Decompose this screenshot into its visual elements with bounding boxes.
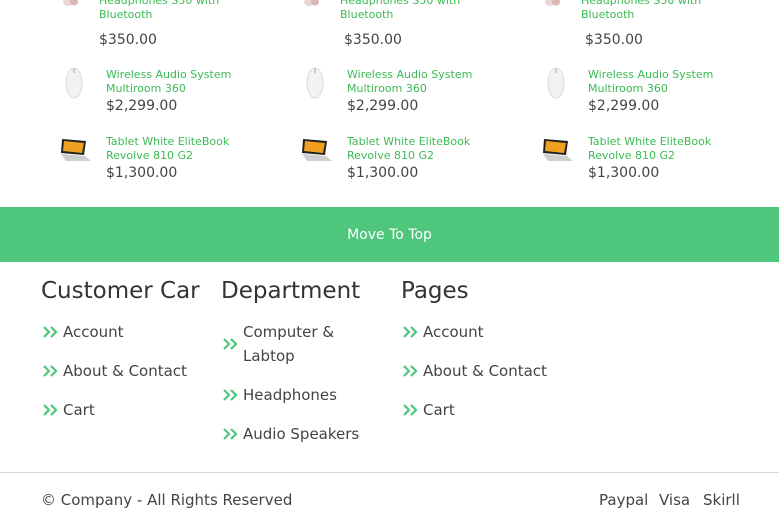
product-item[interactable]: Tablet White EliteBook Revolve 810 G2 $1…: [299, 133, 529, 183]
product-price: $350.00: [585, 32, 643, 48]
double-chevron-right-icon: [223, 389, 238, 401]
move-to-top-button[interactable]: Move To Top: [347, 227, 432, 243]
laptop-icon: [302, 139, 332, 161]
footer-pages-title: Pages: [401, 278, 469, 304]
double-chevron-right-icon: [43, 365, 58, 377]
double-chevron-right-icon: [403, 404, 418, 416]
product-name[interactable]: Headphones S50 with Bluetooth: [340, 0, 510, 22]
footer-department: Department Computer & Labtop Headphones …: [221, 278, 391, 443]
product-item[interactable]: Tablet White EliteBook Revolve 810 G2 $1…: [58, 133, 288, 183]
product-price: $1,300.00: [347, 165, 419, 181]
double-chevron-right-icon: [43, 326, 58, 338]
footer-link-cart[interactable]: Cart: [401, 398, 455, 422]
product-name[interactable]: Tablet White EliteBook Revolve 810 G2: [588, 135, 748, 163]
move-to-top-bar[interactable]: Move To Top: [0, 207, 779, 262]
product-price: $2,299.00: [347, 98, 419, 114]
product-item[interactable]: Wireless Audio System Multiroom 360 $2,2…: [299, 66, 529, 116]
speaker-icon: [65, 67, 83, 99]
headphones-icon: [304, 0, 319, 6]
product-price: $2,299.00: [106, 98, 178, 114]
footer-link-account[interactable]: Account: [41, 320, 124, 344]
footer-department-title: Department: [221, 278, 361, 304]
footer-link-headphones[interactable]: Headphones: [221, 383, 337, 407]
product-price: $2,299.00: [588, 98, 660, 114]
footer-link-computer-laptop[interactable]: Computer & Labtop: [221, 320, 351, 368]
product-name[interactable]: Tablet White EliteBook Revolve 810 G2: [106, 135, 266, 163]
footer-link-account[interactable]: Account: [401, 320, 484, 344]
product-item[interactable]: Wireless Audio System Multiroom 360 $2,2…: [58, 66, 288, 116]
product-name[interactable]: Wireless Audio System Multiroom 360: [347, 68, 507, 96]
footer-pages: Pages Account About & Contact Cart: [401, 278, 581, 419]
footer-bottom-bar: © Company - All Rights Reserved Paypal V…: [0, 472, 779, 527]
payment-paypal-link[interactable]: Paypal: [599, 491, 648, 509]
speaker-icon: [547, 67, 565, 99]
product-name[interactable]: Wireless Audio System Multiroom 360: [588, 68, 748, 96]
double-chevron-right-icon: [43, 404, 58, 416]
double-chevron-right-icon: [403, 326, 418, 338]
product-item[interactable]: Headphones S50 with Bluetooth $350.00: [540, 0, 770, 48]
laptop-icon: [543, 139, 573, 161]
laptop-icon: [61, 139, 91, 161]
payment-visa-link[interactable]: Visa: [659, 491, 690, 509]
footer-customer: Customer Car Account About & Contact Car…: [41, 278, 221, 419]
product-item[interactable]: Wireless Audio System Multiroom 360 $2,2…: [540, 66, 770, 116]
speaker-icon: [306, 67, 324, 99]
footer-link-audio-speakers[interactable]: Audio Speakers: [221, 422, 359, 446]
double-chevron-right-icon: [223, 338, 238, 350]
product-price: $1,300.00: [588, 165, 660, 181]
footer-link-about-contact[interactable]: About & Contact: [41, 359, 187, 383]
footer-link-about-contact[interactable]: About & Contact: [401, 359, 547, 383]
product-item[interactable]: Headphones S50 with Bluetooth $350.00: [58, 0, 288, 48]
product-price: $1,300.00: [106, 165, 178, 181]
product-name[interactable]: Headphones S50 with Bluetooth: [581, 0, 751, 22]
double-chevron-right-icon: [223, 428, 238, 440]
product-price: $350.00: [344, 32, 402, 48]
footer-customer-title: Customer Car: [41, 278, 200, 304]
related-products: Headphones S50 with Bluetooth $350.00 Wi…: [0, 0, 779, 207]
product-name[interactable]: Wireless Audio System Multiroom 360: [106, 68, 266, 96]
product-item[interactable]: Tablet White EliteBook Revolve 810 G2 $1…: [540, 133, 770, 183]
footer-link-cart[interactable]: Cart: [41, 398, 95, 422]
double-chevron-right-icon: [403, 365, 418, 377]
product-name[interactable]: Tablet White EliteBook Revolve 810 G2: [347, 135, 507, 163]
product-item[interactable]: Headphones S50 with Bluetooth $350.00: [299, 0, 529, 48]
product-price: $350.00: [99, 32, 157, 48]
payment-skirll-link[interactable]: Skirll: [703, 491, 740, 509]
copyright-text: © Company - All Rights Reserved: [41, 491, 293, 509]
headphones-icon: [63, 0, 78, 6]
headphones-icon: [545, 0, 560, 6]
product-name[interactable]: Headphones S50 with Bluetooth: [99, 0, 269, 22]
